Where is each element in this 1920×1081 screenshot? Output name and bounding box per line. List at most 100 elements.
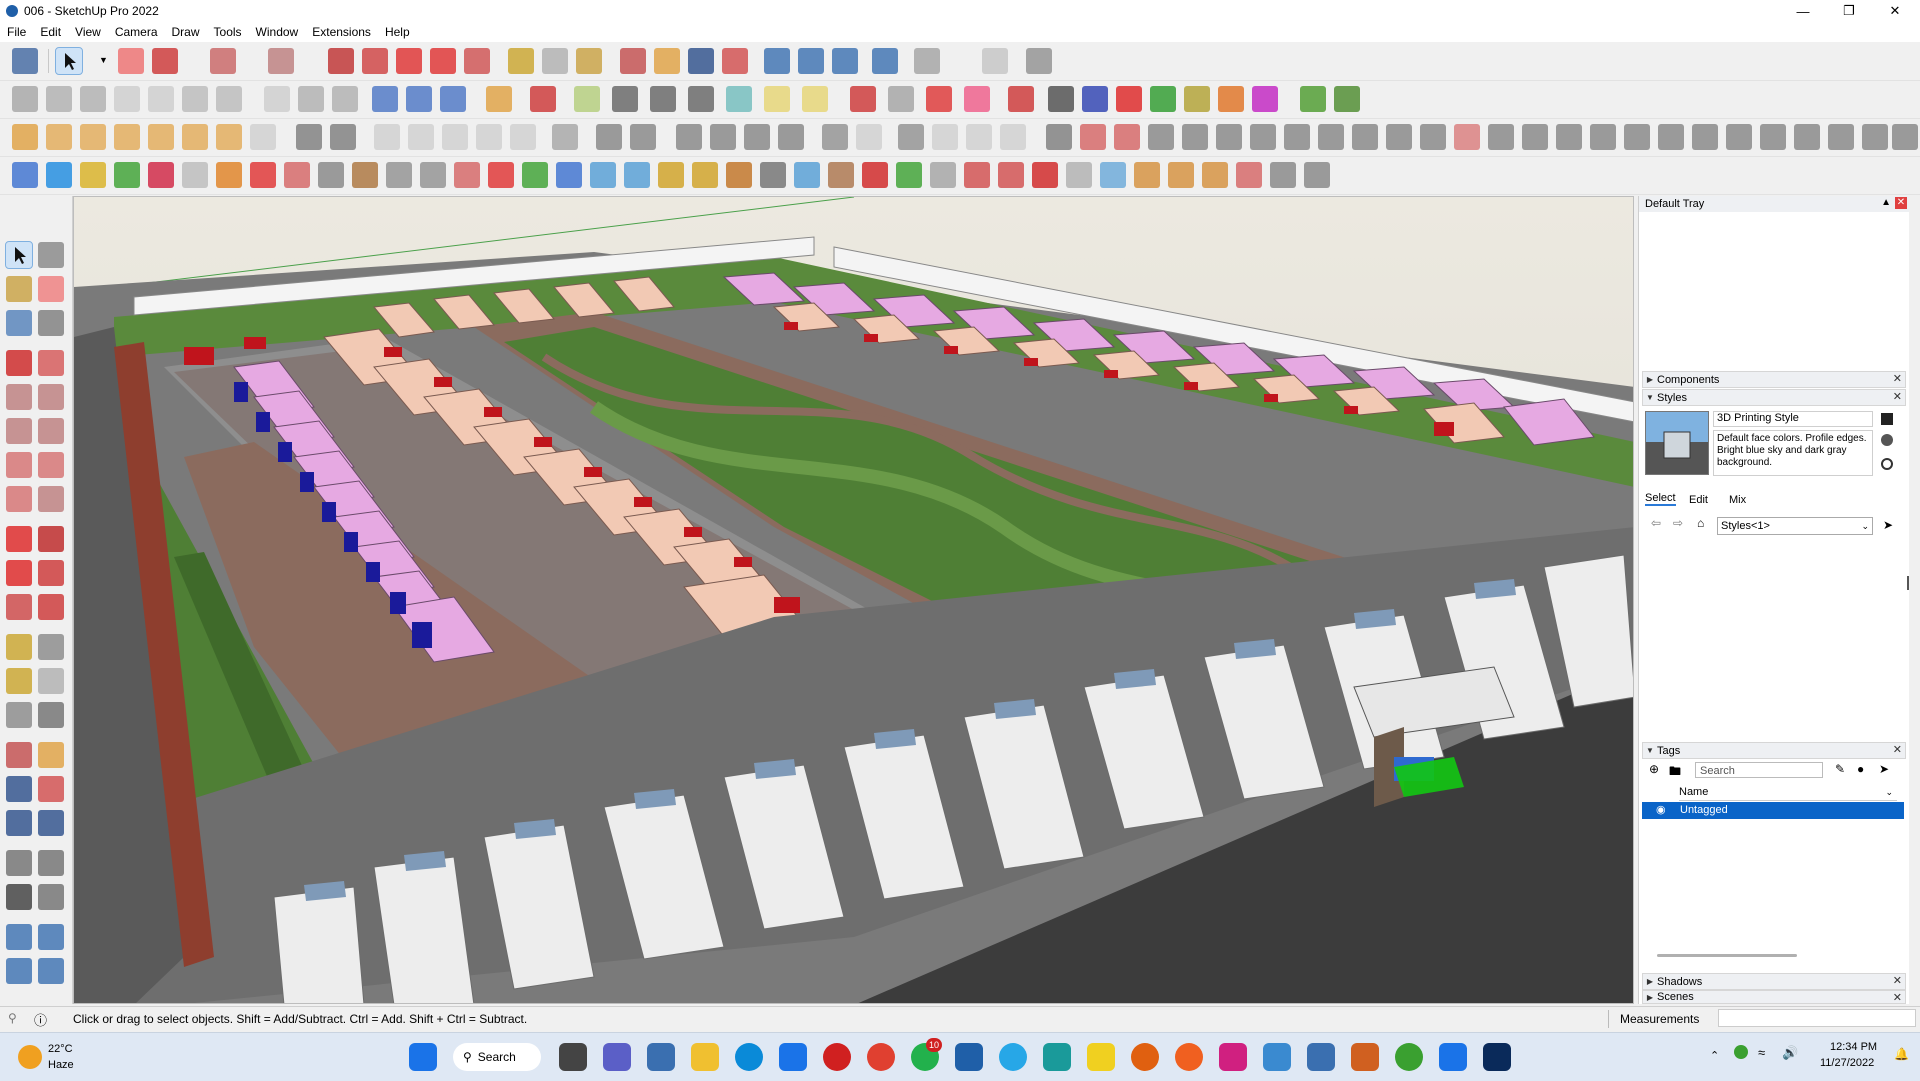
union-icon[interactable] [440,86,466,112]
textured-icon[interactable] [710,124,736,150]
move2-icon[interactable] [794,162,820,188]
plant-icon[interactable] [896,162,922,188]
follow-me-icon[interactable] [362,48,388,74]
bezier-icon[interactable] [574,86,600,112]
sphere2-icon[interactable] [476,124,502,150]
solid-tools-icon[interactable] [372,86,398,112]
extension-manager-icon[interactable] [872,48,898,74]
circle-icon[interactable] [6,418,32,444]
refresh-icon[interactable] [778,124,804,150]
look-around-icon[interactable] [38,850,64,876]
rotate-arrow-icon[interactable] [216,162,242,188]
style-description-field[interactable]: Default face colors. Profile edges. Brig… [1713,430,1873,476]
model-viewport[interactable] [73,196,1634,1004]
add-detail-icon[interactable] [216,86,242,112]
push-x2-icon[interactable] [1218,86,1244,112]
bend-icon[interactable] [1250,124,1276,150]
polygon-icon[interactable] [650,86,676,112]
arrows2-icon[interactable] [1862,124,1888,150]
taper-icon[interactable] [1352,124,1378,150]
explode-curve-icon[interactable] [888,86,914,112]
zoom-icon[interactable] [6,776,32,802]
geo-location-icon[interactable]: ⚲ [8,1011,17,1025]
blue-x-icon[interactable] [556,162,582,188]
push-r-icon[interactable] [1116,86,1142,112]
scale-icon[interactable] [464,48,490,74]
style-thumbnail[interactable] [1645,411,1709,475]
components-panel-header[interactable]: ▶ Components ✕ [1642,371,1906,388]
grid2-icon[interactable] [1168,162,1194,188]
warehouse-icon[interactable] [764,48,790,74]
loop-icon[interactable] [692,162,718,188]
tag-search-input[interactable]: Search [1695,762,1823,778]
warp-icon[interactable] [1556,124,1582,150]
wireframe-icon[interactable] [596,124,622,150]
line-icon[interactable] [6,350,32,376]
rotate-icon[interactable] [430,48,456,74]
sphere-icon[interactable] [250,124,276,150]
pencil-icon[interactable] [152,48,178,74]
eraser-icon[interactable] [118,48,144,74]
windows-start-icon[interactable] [409,1043,437,1071]
sandbox-icon[interactable] [12,86,38,112]
layers-icon[interactable] [1760,124,1786,150]
cubes-icon[interactable] [964,162,990,188]
hook-icon[interactable] [420,162,446,188]
app-icon-3[interactable] [1263,1043,1291,1071]
table-row[interactable]: ◉ Untagged [1642,802,1904,819]
scatter-icon[interactable] [1236,162,1262,188]
dotted-curve-icon[interactable] [454,162,480,188]
cube-icon[interactable] [408,124,434,150]
sticky-notes-icon[interactable] [1087,1043,1115,1071]
protractor-icon[interactable] [6,668,32,694]
top-view-icon[interactable] [856,124,882,150]
close-window-button[interactable]: ✕ [1872,0,1918,22]
paint-icon[interactable] [6,276,32,302]
tool-icon[interactable] [930,162,956,188]
grid3-icon[interactable] [1202,162,1228,188]
arrow-left-icon[interactable] [1726,124,1752,150]
task-view-icon[interactable] [559,1043,587,1071]
loop2-icon[interactable] [726,162,752,188]
layer-red-icon[interactable] [148,162,174,188]
iso-icon[interactable] [822,124,848,150]
twist-icon[interactable] [1318,124,1344,150]
orbit-tool-icon[interactable] [6,742,32,768]
tab-edit[interactable]: Edit [1689,494,1708,506]
stairs-icon[interactable] [1794,124,1820,150]
select-face-icon[interactable] [552,124,578,150]
styles-panel-header[interactable]: ▼ Styles ✕ [1642,389,1906,406]
walk-icon[interactable] [6,884,32,910]
close-panel-icon[interactable]: ✕ [1893,390,1902,403]
opera-icon[interactable] [823,1043,851,1071]
extension-warehouse-icon[interactable] [798,48,824,74]
extension-warehouse-icon[interactable] [38,924,64,950]
push-f-icon[interactable] [1252,86,1278,112]
layer-gray-icon[interactable] [182,162,208,188]
cone2-icon[interactable] [624,162,650,188]
close-tray-icon[interactable]: ✕ [1895,197,1907,209]
tape-icon[interactable] [508,48,534,74]
add-tag-icon[interactable]: ⊕ [1649,762,1659,776]
circle-icon[interactable] [612,86,638,112]
drape-icon[interactable] [182,86,208,112]
shear-icon[interactable] [1420,124,1446,150]
paint-icon[interactable] [576,48,602,74]
zoom-window-icon[interactable] [38,776,64,802]
generate-icon[interactable] [1300,86,1326,112]
settings-icon[interactable] [12,124,38,150]
cube-wire-icon[interactable] [442,124,468,150]
add-folder-icon[interactable]: 🖿 [1669,762,1681,783]
app-icon-4[interactable] [1307,1043,1335,1071]
flip-edge-icon[interactable] [264,86,290,112]
position-camera-icon[interactable] [6,850,32,876]
path-icon[interactable] [1080,124,1106,150]
skew-icon[interactable] [1522,124,1548,150]
line2-icon[interactable] [1386,124,1412,150]
t-icon[interactable] [148,124,174,150]
layer-green-icon[interactable] [114,162,140,188]
pencil-icon[interactable] [38,310,64,336]
zoom-icon[interactable] [12,48,38,74]
style-name-field[interactable]: 3D Printing Style [1713,411,1873,427]
telegram-icon[interactable] [999,1043,1027,1071]
